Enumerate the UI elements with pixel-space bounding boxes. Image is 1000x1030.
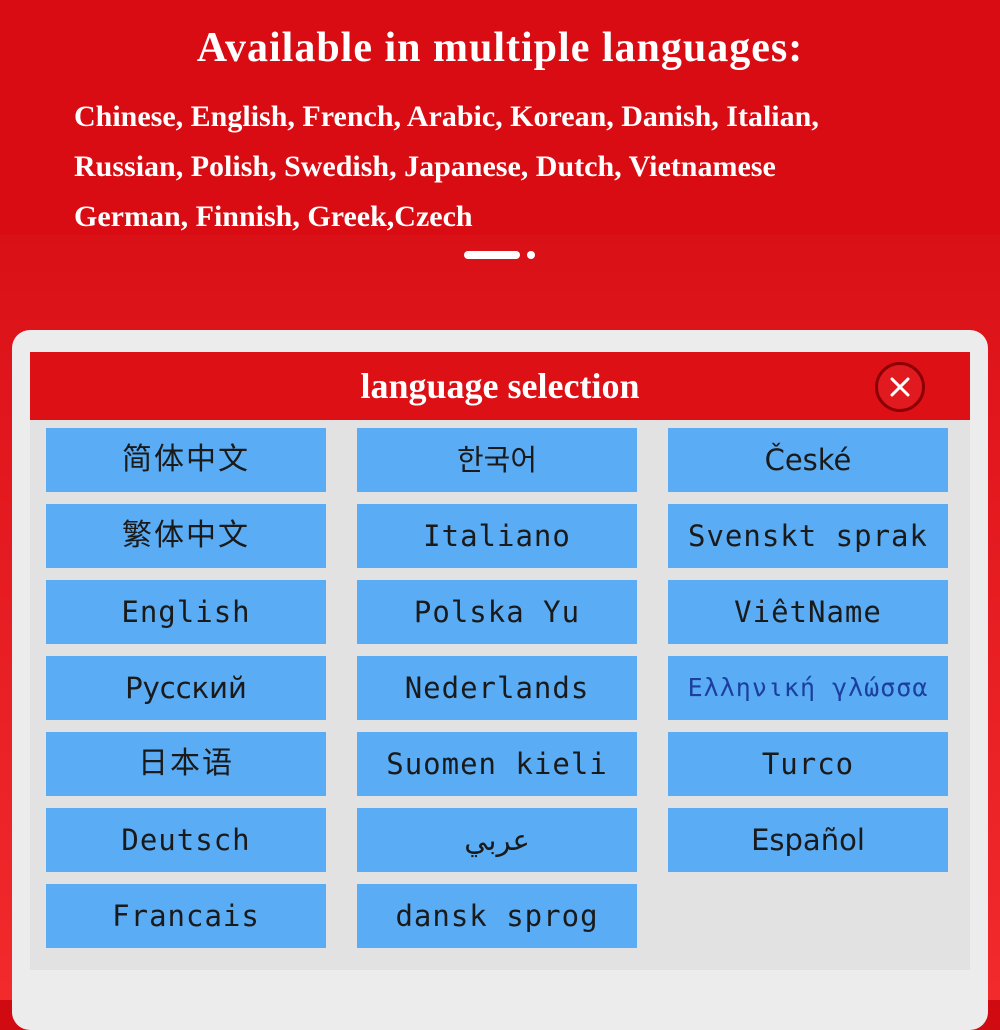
- carousel-dot: [527, 251, 535, 259]
- headline: Available in multiple languages:: [196, 25, 804, 71]
- language-button-vietnamese[interactable]: ViêtName: [668, 580, 948, 644]
- language-button-swedish[interactable]: Svenskt sprak: [668, 504, 948, 568]
- language-line: German, Finnish, Greek,Czech: [74, 200, 473, 233]
- dialog-header: language selection: [30, 352, 970, 420]
- language-button-simplified-chinese[interactable]: 简体中文: [46, 428, 326, 492]
- language-button-japanese[interactable]: 日本语: [46, 732, 326, 796]
- language-button-english[interactable]: English: [46, 580, 326, 644]
- close-icon: [890, 377, 910, 397]
- language-button-traditional-chinese[interactable]: 繁体中文: [46, 504, 326, 568]
- language-button-german[interactable]: Deutsch: [46, 808, 326, 872]
- language-button-arabic[interactable]: عربي: [357, 808, 637, 872]
- language-button-finnish[interactable]: Suomen kieli: [357, 732, 637, 796]
- language-button-italian[interactable]: Italiano: [357, 504, 637, 568]
- language-button-turkish[interactable]: Turco: [668, 732, 948, 796]
- dialog-title: language selection: [360, 366, 640, 406]
- language-button-czech[interactable]: České: [668, 428, 948, 492]
- language-selection-dialog: language selection 简体中文 繁体中文 English Рус…: [30, 352, 970, 970]
- language-button-dutch[interactable]: Nederlands: [357, 656, 637, 720]
- language-button-greek[interactable]: Ελληνική γλώσσα: [668, 656, 948, 720]
- close-button[interactable]: [875, 362, 925, 412]
- carousel-dot-active: [464, 251, 520, 259]
- language-button-danish[interactable]: dansk sprog: [357, 884, 637, 948]
- language-button-russian[interactable]: Русский: [46, 656, 326, 720]
- language-button-french[interactable]: Francais: [46, 884, 326, 948]
- language-button-korean[interactable]: 한국어: [357, 428, 637, 492]
- language-list-text: Chinese, English, French, Arabic, Korean…: [74, 92, 974, 242]
- language-button-spanish[interactable]: Español: [668, 808, 948, 872]
- language-line: Chinese, English, French, Arabic, Korean…: [74, 100, 819, 133]
- language-button-polish[interactable]: Polska Yu: [357, 580, 637, 644]
- language-line: Russian, Polish, Swedish, Japanese, Dutc…: [74, 150, 776, 183]
